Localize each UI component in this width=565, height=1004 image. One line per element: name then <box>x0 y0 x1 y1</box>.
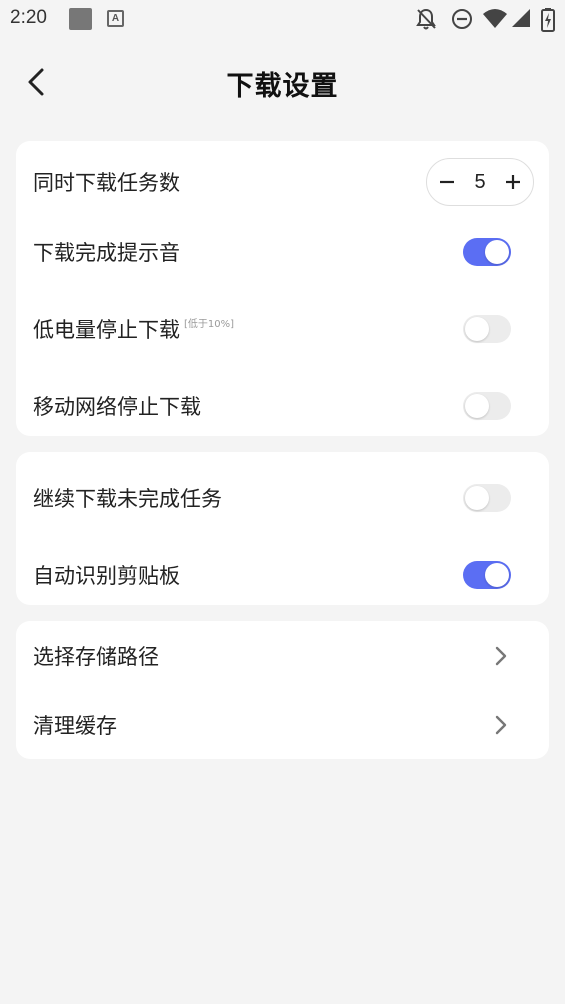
wifi-icon <box>483 9 507 28</box>
bell-off-icon <box>416 8 436 30</box>
row-concurrent-tasks: 同时下载任务数 5 <box>16 152 549 212</box>
top-bar: 下载设置 <box>0 50 565 116</box>
do-not-disturb-icon <box>452 9 472 29</box>
app-square-icon <box>69 8 92 30</box>
toggle-knob <box>465 486 489 510</box>
storage-path-label: 选择存储路径 <box>33 645 159 669</box>
status-bar: 2:20 A <box>0 0 565 40</box>
low-battery-label-text: 低电量停止下载 <box>33 318 180 342</box>
row-resume-tasks: 继续下载未完成任务 <box>16 468 549 528</box>
decrement-button[interactable] <box>429 159 465 205</box>
increment-button[interactable] <box>495 159 531 205</box>
completion-sound-toggle[interactable] <box>463 238 511 266</box>
minus-icon <box>440 180 454 184</box>
row-mobile-network: 移动网络停止下载 <box>16 376 549 436</box>
toggle-knob <box>485 240 509 264</box>
resume-tasks-label: 继续下载未完成任务 <box>33 487 222 511</box>
chevron-right-icon <box>495 646 507 666</box>
toggle-knob <box>465 394 489 418</box>
row-low-battery: 低电量停止下载 [低于10%] <box>16 299 549 359</box>
clipboard-toggle[interactable] <box>463 561 511 589</box>
row-storage-path[interactable]: 选择存储路径 <box>16 626 549 686</box>
clear-cache-label: 清理缓存 <box>33 714 117 738</box>
completion-sound-label: 下载完成提示音 <box>33 241 180 265</box>
mobile-network-toggle[interactable] <box>463 392 511 420</box>
resume-tasks-toggle[interactable] <box>463 484 511 512</box>
toggle-knob <box>485 563 509 587</box>
chevron-right-icon <box>495 715 507 735</box>
low-battery-toggle[interactable] <box>463 315 511 343</box>
settings-card-storage: 选择存储路径 清理缓存 <box>16 621 549 759</box>
plus-icon <box>506 175 520 189</box>
signal-icon <box>512 9 530 27</box>
settings-card-behavior: 继续下载未完成任务 自动识别剪贴板 <box>16 452 549 605</box>
settings-card-download: 同时下载任务数 5 下载完成提示音 低电量停止下载 [低于10%] 移动网络停止下… <box>16 141 549 436</box>
mobile-network-label: 移动网络停止下载 <box>33 395 201 419</box>
row-clipboard: 自动识别剪贴板 <box>16 545 549 605</box>
battery-charging-icon <box>541 8 555 32</box>
low-battery-note: [低于10%] <box>184 319 235 330</box>
row-completion-sound: 下载完成提示音 <box>16 222 549 282</box>
status-time: 2:20 <box>10 7 47 28</box>
page-title: 下载设置 <box>226 71 339 102</box>
a-letter-icon: A <box>107 10 124 27</box>
low-battery-label: 低电量停止下载 [低于10%] <box>33 314 234 344</box>
toggle-knob <box>465 317 489 341</box>
concurrent-tasks-value: 5 <box>474 171 486 193</box>
clipboard-label: 自动识别剪贴板 <box>33 564 180 588</box>
concurrent-tasks-stepper: 5 <box>426 158 534 206</box>
concurrent-tasks-label: 同时下载任务数 <box>33 171 180 195</box>
row-clear-cache[interactable]: 清理缓存 <box>16 695 549 755</box>
